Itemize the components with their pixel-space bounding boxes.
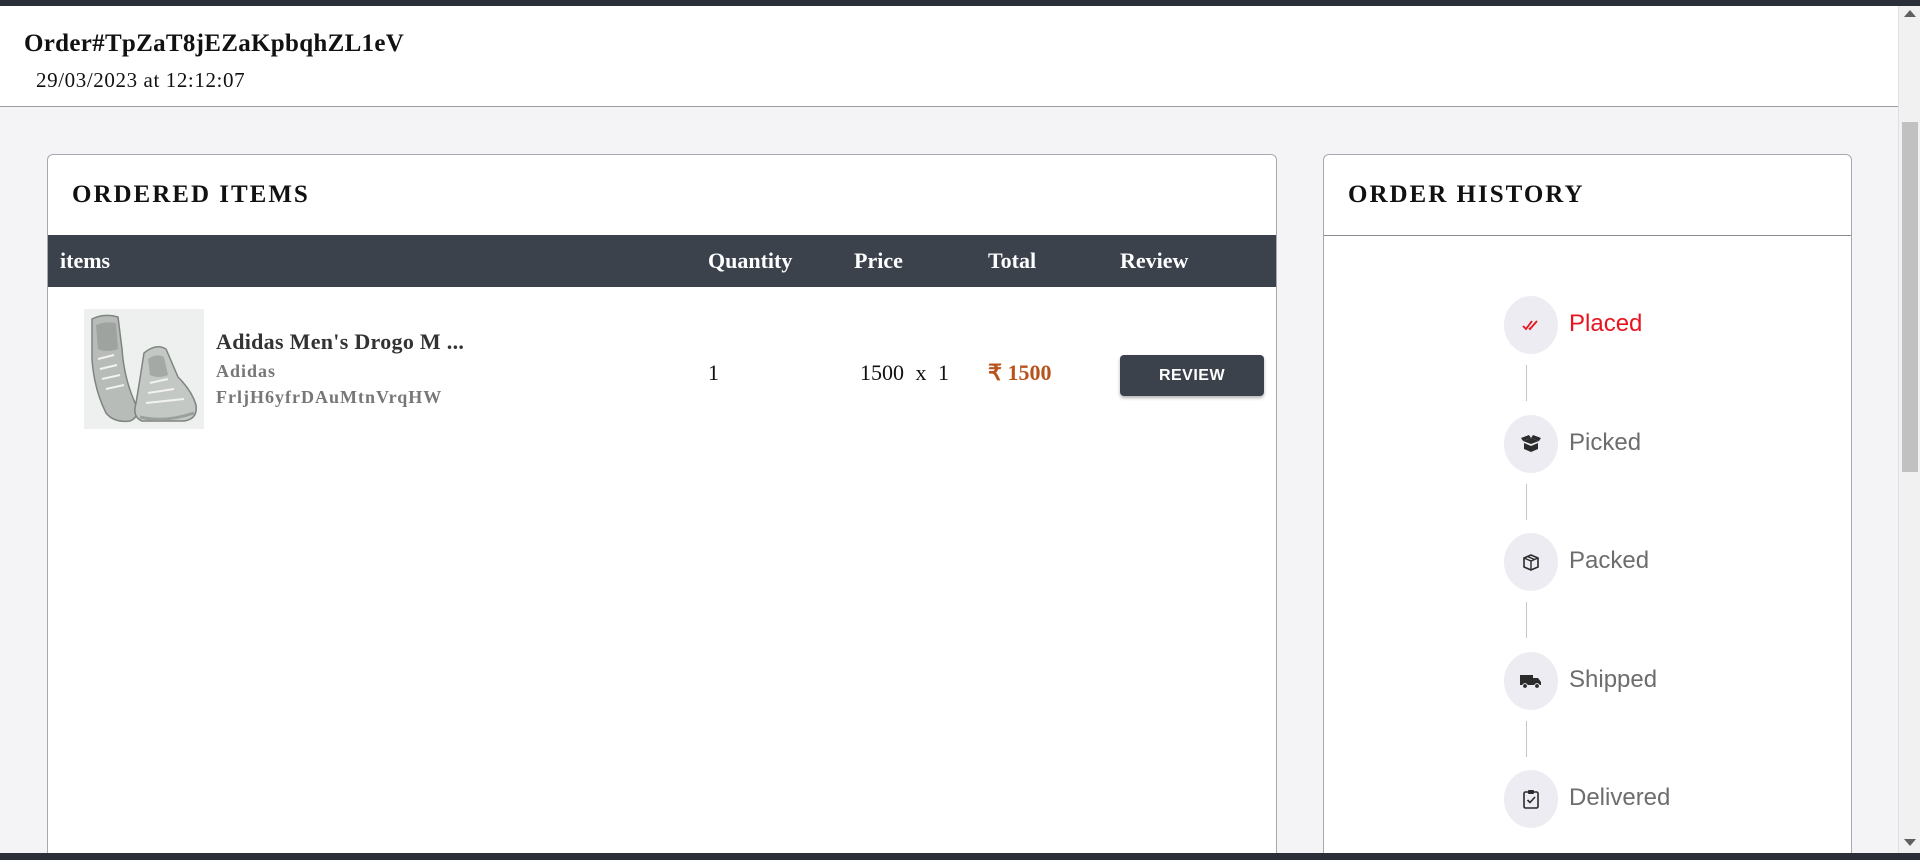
column-header-price: Price (854, 248, 903, 273)
clipboard-check-icon (1504, 770, 1558, 828)
items-table-header: items Quantity Price Total Review (48, 235, 1276, 287)
double-check-icon (1504, 296, 1558, 354)
timeline-step-shipped: Shipped (1504, 652, 1824, 712)
scroll-down-arrow-icon[interactable] (1904, 839, 1916, 846)
timeline-connector (1526, 484, 1527, 520)
order-history-card: ORDER HISTORY Placed Picked Packed Shipp… (1323, 154, 1852, 860)
product-name[interactable]: Adidas Men's Drogo M ... (216, 329, 464, 355)
sneaker-image (84, 309, 204, 429)
column-header-quantity: Quantity (708, 248, 793, 273)
step-label: Picked (1569, 429, 1642, 456)
item-price: 1500 x 1 (860, 360, 949, 385)
bottom-bar (0, 853, 1920, 860)
step-label: Delivered (1569, 784, 1671, 811)
product-image[interactable] (84, 309, 204, 429)
truck-icon (1504, 652, 1558, 710)
timeline-connector (1526, 365, 1527, 401)
timeline-step-placed: Placed (1504, 296, 1824, 356)
ordered-items-title: ORDERED ITEMS (72, 181, 310, 208)
step-label: Placed (1569, 310, 1643, 337)
timeline-connector (1526, 602, 1527, 638)
column-header-total: Total (988, 248, 1037, 273)
timeline-step-packed: Packed (1504, 533, 1824, 593)
timeline-step-picked: Picked (1504, 415, 1824, 475)
timeline-connector (1526, 721, 1527, 757)
ordered-items-card: ORDERED ITEMS items Quantity Price Total… (47, 154, 1277, 860)
order-date: 29/03/2023 at 12:12:07 (36, 68, 246, 92)
column-header-items: items (60, 248, 111, 273)
order-header: Order#TpZaT8jEZaKpbqhZL1eV 29/03/2023 at… (0, 6, 1898, 107)
package-icon (1504, 533, 1558, 591)
item-total: ₹ 1500 (988, 360, 1052, 385)
table-row: Adidas Men's Drogo M ... Adidas FrljH6yf… (48, 307, 1276, 432)
page-scrollbar[interactable] (1898, 6, 1920, 853)
order-timeline: Placed Picked Packed Shipped Delivered (1324, 155, 1851, 860)
product-brand: Adidas (216, 361, 277, 381)
timeline-step-delivered: Delivered (1504, 770, 1824, 830)
scroll-up-arrow-icon[interactable] (1904, 10, 1916, 17)
review-button[interactable]: REVIEW (1120, 355, 1264, 396)
order-id: Order#TpZaT8jEZaKpbqhZL1eV (24, 30, 405, 57)
scrollbar-thumb[interactable] (1902, 122, 1918, 472)
product-sku: FrljH6yfrDAuMtnVrqHW (216, 387, 443, 407)
column-header-review: Review (1120, 248, 1189, 273)
open-box-icon (1504, 415, 1558, 473)
item-quantity: 1 (708, 360, 719, 385)
step-label: Packed (1569, 547, 1650, 574)
step-label: Shipped (1569, 666, 1658, 693)
